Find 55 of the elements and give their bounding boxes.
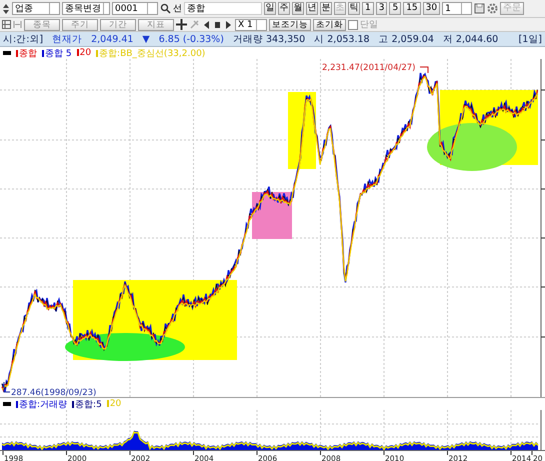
legend-label: 종합 5 xyxy=(42,46,72,60)
next-icon[interactable] xyxy=(224,20,233,30)
open-value: 시 2,053.18 xyxy=(314,32,370,46)
legend-label: 20 xyxy=(76,48,92,58)
save-icon[interactable] xyxy=(474,3,486,14)
leader-line xyxy=(420,66,428,74)
period-button[interactable]: 년 xyxy=(306,2,318,15)
search-icon[interactable] xyxy=(160,3,171,14)
volume-value: 거래량 343,350 xyxy=(232,32,306,46)
multiplier-dropdown[interactable]: X 1 xyxy=(235,18,267,30)
legend-label: 종합:5 xyxy=(72,398,102,410)
aux-button[interactable]: 보조기능 xyxy=(269,18,311,30)
count-dropdown[interactable]: 1 xyxy=(442,2,472,15)
grid-icon[interactable] xyxy=(2,20,11,29)
spinner-icon[interactable] xyxy=(2,2,10,14)
price-label: 현재가 xyxy=(52,32,82,46)
low-annotation: 287.46(1998/09/23) xyxy=(11,388,96,397)
settings-icon[interactable] xyxy=(487,3,498,14)
legend-icon xyxy=(3,51,11,55)
price-value: 2,049.41 xyxy=(91,34,134,44)
interval-button[interactable]: 5 xyxy=(389,2,402,15)
leader-line xyxy=(4,382,10,392)
change-rate: (-0.33%) xyxy=(182,34,224,44)
high-annotation: 2,231.47(2011/04/27) xyxy=(322,63,416,73)
reset-button[interactable]: 초기화 xyxy=(313,18,346,30)
legend-label: 20 xyxy=(106,399,122,409)
prefix-label: 선 xyxy=(173,3,182,15)
legend-label: 종합 xyxy=(16,46,37,60)
legend-icon xyxy=(3,402,11,406)
high-value: 고 2,059.04 xyxy=(378,32,434,46)
low-value: 저 2,044.60 xyxy=(442,32,498,46)
interval-button[interactable]: 30 xyxy=(422,2,440,15)
legend-label: 종합:BB_중심선(33,2.00) xyxy=(96,46,206,60)
market-dropdown[interactable]: 업종 xyxy=(12,2,60,15)
interval-button[interactable]: 15 xyxy=(403,2,421,15)
down-arrow: ▼ xyxy=(142,34,150,44)
single-checkbox[interactable] xyxy=(348,20,358,30)
period-button[interactable]: 분 xyxy=(320,2,332,15)
period-button[interactable]: 틱 xyxy=(348,2,360,15)
period-button[interactable]: 주 xyxy=(278,2,290,15)
mode-label: 시:간:외] xyxy=(3,32,44,46)
name-field: 종합 xyxy=(184,2,262,15)
single-label: 단일 xyxy=(360,19,378,31)
stock-change-dropdown[interactable]: 종목변경 xyxy=(62,2,110,15)
interval-button[interactable]: 1 xyxy=(362,2,374,15)
period-button[interactable]: 월 xyxy=(292,2,304,15)
previous-icon[interactable] xyxy=(202,20,211,30)
code-field[interactable]: 0001 xyxy=(112,2,158,15)
change-value: 6.85 xyxy=(158,34,180,44)
period-button[interactable]: 일 xyxy=(264,2,276,15)
period-label: [1일] xyxy=(518,32,542,46)
legend-label: 종합:거래량 xyxy=(16,398,68,410)
stop-icon[interactable] xyxy=(213,20,222,30)
interval-button[interactable]: 3 xyxy=(376,2,388,15)
crosshair-icon[interactable] xyxy=(176,19,187,30)
